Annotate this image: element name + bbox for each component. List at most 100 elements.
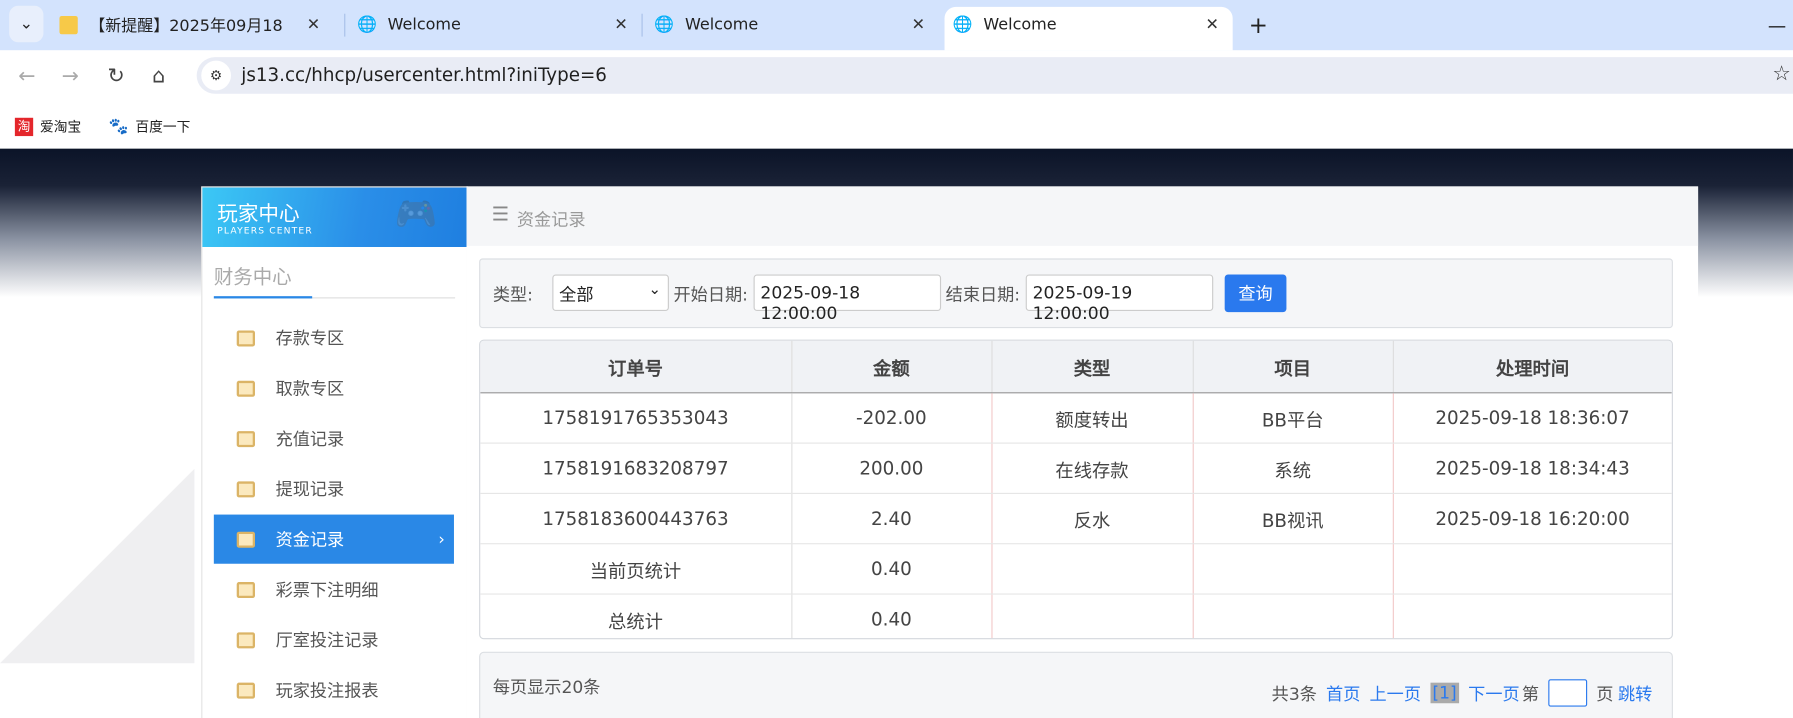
note-icon <box>59 16 78 35</box>
sidebar-item-withdraw[interactable]: 取款专区 <box>214 364 454 413</box>
globe-icon: 🌐 <box>952 16 973 35</box>
bookmark-baidu[interactable]: 🐾 百度一下 <box>109 117 191 136</box>
tab-4-active[interactable]: 🌐 Welcome ✕ <box>944 6 1233 51</box>
table-cell <box>1192 594 1394 639</box>
first-page-link[interactable]: 首页 <box>1326 681 1360 705</box>
sidebar: 玩家中心 PLAYERS CENTER 🎮 财务中心 存款专区 取款专区 充值记… <box>201 186 468 718</box>
tab-search-button[interactable]: ⌄ <box>9 5 44 43</box>
section-underline <box>213 296 456 299</box>
col-type: 类型 <box>991 340 1194 394</box>
close-tab-icon[interactable]: ✕ <box>307 16 320 34</box>
jump-link[interactable]: 跳转 <box>1618 681 1652 705</box>
pagination-bar: 每页显示20条 共3条 首页 上一页 [1] 下一页 第 页 跳转 <box>479 651 1673 718</box>
col-time: 处理时间 <box>1392 340 1672 394</box>
table-cell <box>991 543 1194 595</box>
chart-icon <box>236 682 255 699</box>
menu-icon: ☰ <box>491 203 510 227</box>
globe-icon: 🌐 <box>654 16 675 35</box>
end-date-input[interactable]: 2025-09-19 12:00:00 <box>1025 274 1214 324</box>
sidebar-item-recharge-records[interactable]: 充值记录 <box>214 414 454 463</box>
table-cell: 反水 <box>991 493 1194 545</box>
sidebar-item-player-report[interactable]: 玩家投注报表 <box>214 666 454 715</box>
table-cell <box>1392 543 1672 595</box>
players-center-header: 玩家中心 PLAYERS CENTER 🎮 <box>202 187 467 247</box>
table-cell: 1758191683208797 <box>480 443 792 494</box>
table-row: 1758191683208797 200.00 在线存款 系统 2025-09-18 1… <box>480 443 1672 494</box>
table-cell: BB视讯 <box>1192 493 1394 545</box>
gamepad-icon: 🎮 <box>394 194 438 235</box>
table-cell: 2025-09-18 16:20:00 <box>1392 493 1672 545</box>
decorative-shape <box>0 468 195 664</box>
sidebar-item-hall-bets[interactable]: 厅室投注记录 <box>214 615 454 664</box>
tab-3[interactable]: 🌐 Welcome ✕ <box>654 8 939 42</box>
address-bar[interactable]: ⚙ js13.cc/hhcp/usercenter.html?iniType=6… <box>196 57 1793 94</box>
chevron-right-icon: › <box>438 530 445 549</box>
table-cell: 额度转出 <box>991 392 1194 444</box>
per-page-text: 每页显示20条 <box>492 676 601 698</box>
total-count: 共3条 <box>1271 683 1317 704</box>
card-icon <box>236 329 255 346</box>
sidebar-item-lottery-bets[interactable]: 彩票下注明细 <box>214 565 454 614</box>
table-cell: 0.40 <box>791 543 992 595</box>
start-date-input[interactable]: 2025-09-18 12:00:00 <box>753 274 942 324</box>
list-icon <box>236 581 255 598</box>
table-cell: 系统 <box>1192 443 1394 494</box>
baidu-paw-icon: 🐾 <box>108 117 129 136</box>
bookmark-taobao[interactable]: 淘爱淘宝 <box>14 117 81 136</box>
fund-records-table: 订单号 金额 类型 项目 处理时间 1758191765353043 -202.0… <box>479 339 1673 640</box>
minimize-button[interactable]: — <box>1768 8 1786 42</box>
breadcrumb: ☰ 资金记录 <box>466 186 1699 246</box>
close-tab-icon[interactable]: ✕ <box>614 16 627 34</box>
wallet-icon <box>236 480 255 497</box>
table-cell: 总统计 <box>480 594 792 639</box>
sidebar-item-fund-records[interactable]: 资金记录 › <box>213 514 454 564</box>
globe-icon: 🌐 <box>357 16 378 35</box>
forward-icon[interactable]: → <box>62 64 79 88</box>
sidebar-item-withdraw-records[interactable]: 提现记录 <box>214 464 454 513</box>
money-bag-icon <box>236 430 255 447</box>
site-info-icon[interactable]: ⚙ <box>201 60 231 91</box>
table-cell: -202.00 <box>791 392 992 444</box>
prev-page-link[interactable]: 上一页 <box>1370 681 1421 705</box>
table-row: 1758183600443763 2.40 反水 BB视讯 2025-09-18 16:… <box>480 493 1672 545</box>
col-item: 项目 <box>1192 340 1394 394</box>
safe-icon <box>236 531 255 548</box>
next-page-link[interactable]: 下一页 <box>1468 681 1519 705</box>
table-cell: 2025-09-18 18:34:43 <box>1392 443 1672 494</box>
current-page[interactable]: [1] <box>1430 682 1460 704</box>
table-header: 订单号 金额 类型 项目 处理时间 <box>480 340 1672 394</box>
back-icon[interactable]: ← <box>18 64 35 88</box>
table-cell <box>1192 543 1394 595</box>
sidebar-item-deposit[interactable]: 存款专区 <box>214 313 454 362</box>
bookmarks-bar: 淘爱淘宝 🐾 百度一下 <box>0 100 1793 149</box>
grid-list-icon <box>236 631 255 648</box>
chevron-down-icon: ⌄ <box>19 14 34 34</box>
type-select[interactable]: 全部 ⌄ <box>552 274 669 312</box>
browser-toolbar: ← → ↻ ⌂ ⚙ js13.cc/hhcp/usercenter.html?i… <box>0 50 1793 101</box>
table-cell: 0.40 <box>791 594 992 639</box>
chevron-down-icon: ⌄ <box>648 281 661 299</box>
table-cell <box>1392 594 1672 639</box>
table-cell: BB平台 <box>1192 392 1394 444</box>
reload-icon[interactable]: ↻ <box>107 64 124 88</box>
close-tab-icon[interactable]: ✕ <box>1206 16 1219 34</box>
home-icon[interactable]: ⌂ <box>152 64 165 88</box>
table-cell: 2.40 <box>791 493 992 545</box>
taobao-icon: 淘 <box>14 117 34 136</box>
tab-2[interactable]: 🌐 Welcome ✕ <box>357 8 642 42</box>
query-button[interactable]: 查询 <box>1224 274 1287 313</box>
col-amount: 金额 <box>791 340 992 394</box>
close-tab-icon[interactable]: ✕ <box>912 16 925 34</box>
table-cell: 在线存款 <box>991 443 1194 494</box>
table-cell: 2025-09-18 18:36:07 <box>1392 392 1672 444</box>
table-row: 总统计 0.40 <box>480 594 1672 639</box>
page-title: 资金记录 <box>516 209 586 230</box>
bookmark-star-icon[interactable]: ☆ <box>1772 62 1790 86</box>
table-row: 当前页统计 0.40 <box>480 543 1672 595</box>
table-cell: 1758191765353043 <box>480 392 792 444</box>
page-number-input[interactable] <box>1548 679 1588 707</box>
new-tab-button[interactable]: + <box>1249 8 1268 42</box>
section-title: 财务中心 <box>213 266 292 290</box>
tab-1[interactable]: 【新提醒】2025年09月18日 20✕ <box>59 8 333 42</box>
table-row: 1758191765353043 -202.00 额度转出 BB平台 2025-09-1… <box>480 392 1672 444</box>
